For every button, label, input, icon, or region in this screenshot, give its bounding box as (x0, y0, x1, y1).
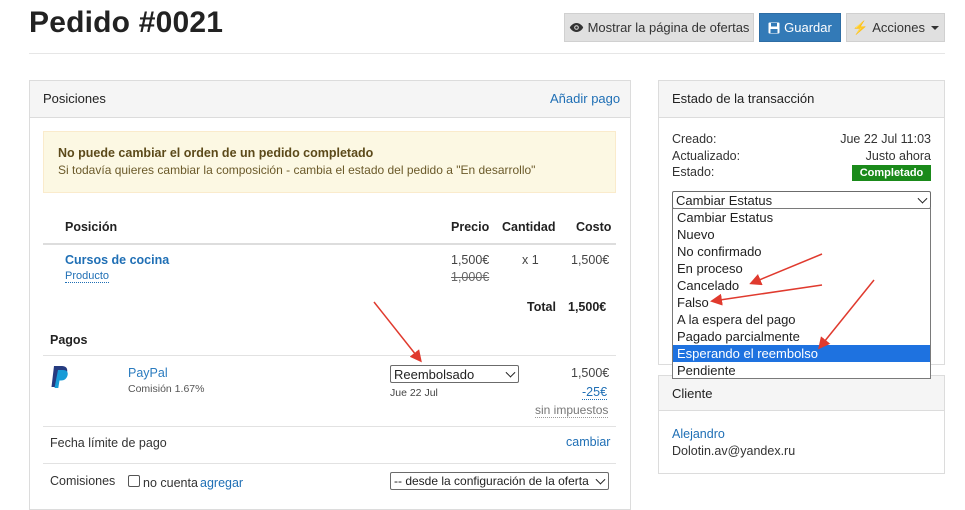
arrow-to-refunded-status (373, 301, 422, 363)
annotation-arrows (373, 253, 875, 363)
arrow-to-false-option (710, 284, 823, 306)
arrow-to-cancelled-option (749, 253, 823, 286)
arrow-to-awaiting-refund-option (818, 279, 875, 350)
